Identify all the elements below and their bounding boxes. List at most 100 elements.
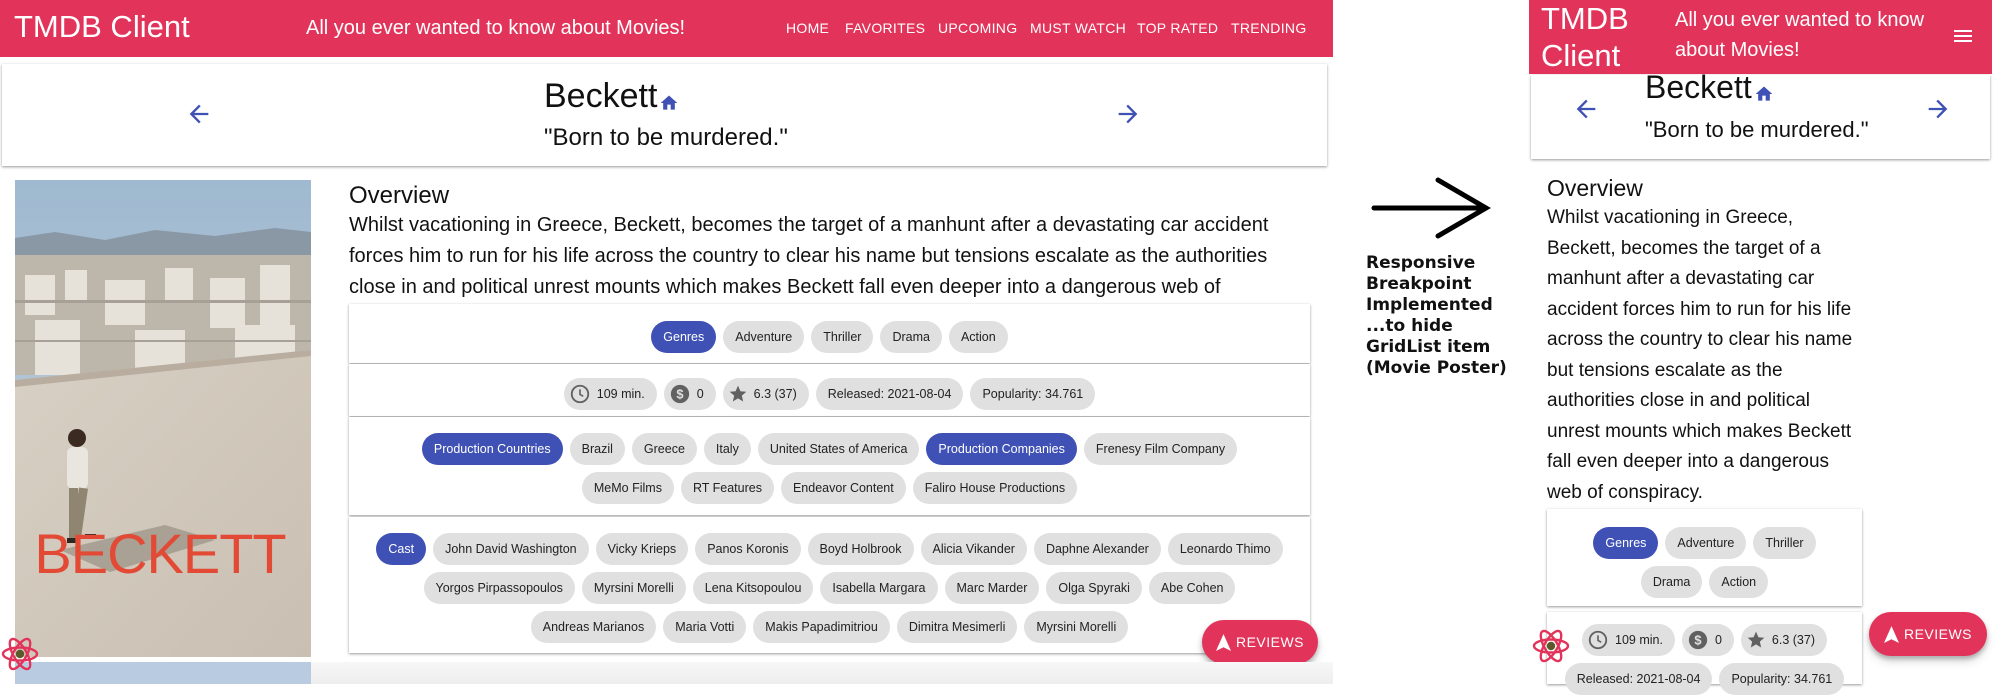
mobile-app-bar: TMDB Client All you ever wanted to know … <box>1529 0 1992 74</box>
mobile-rating-value: 6.3 (37) <box>1771 632 1815 647</box>
genre-chip[interactable]: Drama <box>880 320 942 353</box>
cast-chip[interactable]: Leonardo Thimo <box>1167 532 1283 565</box>
mobile-overview-line: authorities close in and political <box>1547 390 1810 411</box>
mobile-movie-title-row: Beckett <box>1645 67 1774 113</box>
cast-chip[interactable]: Marc Marder <box>944 571 1040 604</box>
genres-list: Genres Adventure Thriller Drama Action <box>349 317 1310 356</box>
mobile-overview-line: manhunt after a devastating car <box>1547 268 1815 289</box>
released-chip[interactable]: Released: 2021-08-04 <box>815 377 964 410</box>
mobile-arrow-forward-icon[interactable] <box>1924 95 1952 128</box>
home-icon[interactable] <box>659 82 679 122</box>
movie-header: Beckett "Born to be murdered." <box>2 64 1327 166</box>
revenue-chip[interactable]: $ 0 <box>663 377 716 410</box>
genre-chip[interactable]: Adventure <box>723 320 805 353</box>
cast-chip[interactable]: Abe Cohen <box>1148 571 1236 604</box>
mobile-genre-chip[interactable]: Drama <box>1640 565 1703 598</box>
mobile-navigation-icon <box>1883 625 1899 643</box>
mobile-overview-line: unrest mounts which makes Beckett <box>1547 420 1852 442</box>
movie-poster: BECKETT <box>15 180 311 657</box>
poster-next-thumb <box>15 662 311 684</box>
cast-chip[interactable]: Andreas Marianos <box>530 610 657 643</box>
nav-top-rated[interactable]: Top Rated <box>1137 20 1218 36</box>
mobile-runtime-chip[interactable]: 109 min. <box>1582 623 1675 656</box>
cast-chip[interactable]: John David Washington <box>433 532 589 565</box>
mobile-genres-panel: Genres Adventure Thriller Drama Action <box>1547 509 1862 606</box>
app-title[interactable]: TMDB Client <box>14 9 190 45</box>
country-chip[interactable]: Italy <box>703 432 751 465</box>
arrow-back-icon[interactable] <box>185 100 213 133</box>
production-list: Production Countries Brazil Greece Italy… <box>369 429 1290 507</box>
cast-chip[interactable]: Yorgos Pirpassopoulos <box>423 571 575 604</box>
cast-chip[interactable]: Myrsini Morelli <box>1024 610 1129 643</box>
genre-chip[interactable]: Action <box>948 320 1008 353</box>
app-tagline: All you ever wanted to know about Movies… <box>306 17 686 39</box>
companies-label-chip[interactable]: Production Companies <box>926 432 1077 465</box>
svg-text:$: $ <box>676 386 683 401</box>
mobile-genre-chip[interactable]: Action <box>1709 565 1769 598</box>
cast-chip[interactable]: Maria Votti <box>663 610 747 643</box>
monetization-icon: $ <box>669 383 691 405</box>
mobile-overview-line: but tensions escalate as the <box>1547 359 1783 381</box>
mobile-overview-heading: Overview <box>1547 175 1643 201</box>
cast-chip[interactable]: Boyd Holbrook <box>807 532 914 565</box>
company-chip[interactable]: MeMo Films <box>581 471 674 504</box>
rating-chip[interactable]: 6.3 (37) <box>722 377 809 410</box>
cast-chip[interactable]: Daphne Alexander <box>1033 532 1161 565</box>
cast-chip[interactable]: Dimitra Mesimerli <box>896 610 1018 643</box>
arrow-forward-icon[interactable] <box>1114 100 1142 133</box>
company-chip[interactable]: RT Features <box>680 471 774 504</box>
mobile-stats-panel: 109 min. $ 0 6.3 (37) Released: 2021-08-… <box>1547 612 1862 695</box>
mobile-monetization-icon: $ <box>1687 629 1709 651</box>
cast-chip[interactable]: Myrsini Morelli <box>581 571 686 604</box>
mobile-overview-line: Beckett, becomes the target of a <box>1547 237 1821 259</box>
mobile-reviews-button[interactable]: REVIEWS <box>1869 612 1987 656</box>
transition-arrow-icon <box>1370 176 1492 245</box>
nav-favorites[interactable]: Favorites <box>845 20 925 36</box>
cast-chip[interactable]: Makis Papadimitriou <box>753 610 890 643</box>
navigation-icon <box>1215 633 1231 651</box>
country-chip[interactable]: United States of America <box>757 432 920 465</box>
cast-chip[interactable]: Olga Spyraki <box>1046 571 1142 604</box>
mobile-popularity-chip[interactable]: Popularity: 34.761 <box>1719 662 1845 695</box>
mobile-arrow-back-icon[interactable] <box>1572 95 1600 128</box>
mobile-home-icon[interactable] <box>1754 73 1774 113</box>
mobile-rating-chip[interactable]: 6.3 (37) <box>1740 623 1827 656</box>
mobile-revenue-chip[interactable]: $ 0 <box>1681 623 1734 656</box>
genres-panel: Genres Adventure Thriller Drama Action <box>349 304 1310 363</box>
cast-chip[interactable]: Panos Koronis <box>695 532 801 565</box>
menu-icon[interactable] <box>1951 24 1975 53</box>
genres-label-chip[interactable]: Genres <box>651 320 717 353</box>
nav-must-watch[interactable]: Must Watch <box>1030 20 1126 36</box>
country-chip[interactable]: Greece <box>631 432 697 465</box>
mobile-genre-chip[interactable]: Thriller <box>1753 526 1816 559</box>
breakpoint-annotation: Responsive Breakpoint Implemented ...to … <box>1366 253 1507 378</box>
runtime-chip[interactable]: 109 min. <box>563 377 657 410</box>
mobile-overview-text: Whilst vacationing in Greece, Beckett, b… <box>1547 203 1867 508</box>
mobile-app-title[interactable]: TMDB Client <box>1541 0 1641 74</box>
cast-panel: Cast John David Washington Vicky Krieps … <box>349 517 1310 653</box>
mobile-genres-label-chip[interactable]: Genres <box>1593 526 1659 559</box>
nav-upcoming[interactable]: Upcoming <box>938 20 1017 36</box>
genre-chip[interactable]: Thriller <box>811 320 874 353</box>
production-panel: Production Countries Brazil Greece Italy… <box>349 417 1310 515</box>
poster-title: BECKETT <box>34 522 285 585</box>
popularity-chip[interactable]: Popularity: 34.761 <box>970 377 1096 410</box>
nav-trending[interactable]: Trending <box>1231 20 1307 36</box>
stats-panel: 109 min. $ 0 6.3 (37) Released: 2021-08-… <box>349 364 1310 416</box>
countries-label-chip[interactable]: Production Countries <box>421 432 563 465</box>
company-chip[interactable]: Endeavor Content <box>780 471 906 504</box>
cast-label-chip[interactable]: Cast <box>376 532 427 565</box>
reviews-button[interactable]: REVIEWS <box>1202 620 1318 664</box>
country-chip[interactable]: Brazil <box>569 432 625 465</box>
cast-chip[interactable]: Vicky Krieps <box>595 532 689 565</box>
cast-chip[interactable]: Alicia Vikander <box>920 532 1027 565</box>
reviews-label: REVIEWS <box>1235 634 1305 650</box>
company-chip[interactable]: Faliro House Productions <box>912 471 1078 504</box>
mobile-genre-chip[interactable]: Adventure <box>1665 526 1747 559</box>
mobile-movie-tagline: "Born to be murdered." <box>1645 117 1869 142</box>
nav-home[interactable]: Home <box>786 20 829 36</box>
cast-chip[interactable]: Isabella Margara <box>820 571 938 604</box>
cast-chip[interactable]: Lena Kitsopoulou <box>692 571 814 604</box>
company-chip[interactable]: Frenesy Film Company <box>1083 432 1238 465</box>
mobile-released-chip[interactable]: Released: 2021-08-04 <box>1564 662 1713 695</box>
